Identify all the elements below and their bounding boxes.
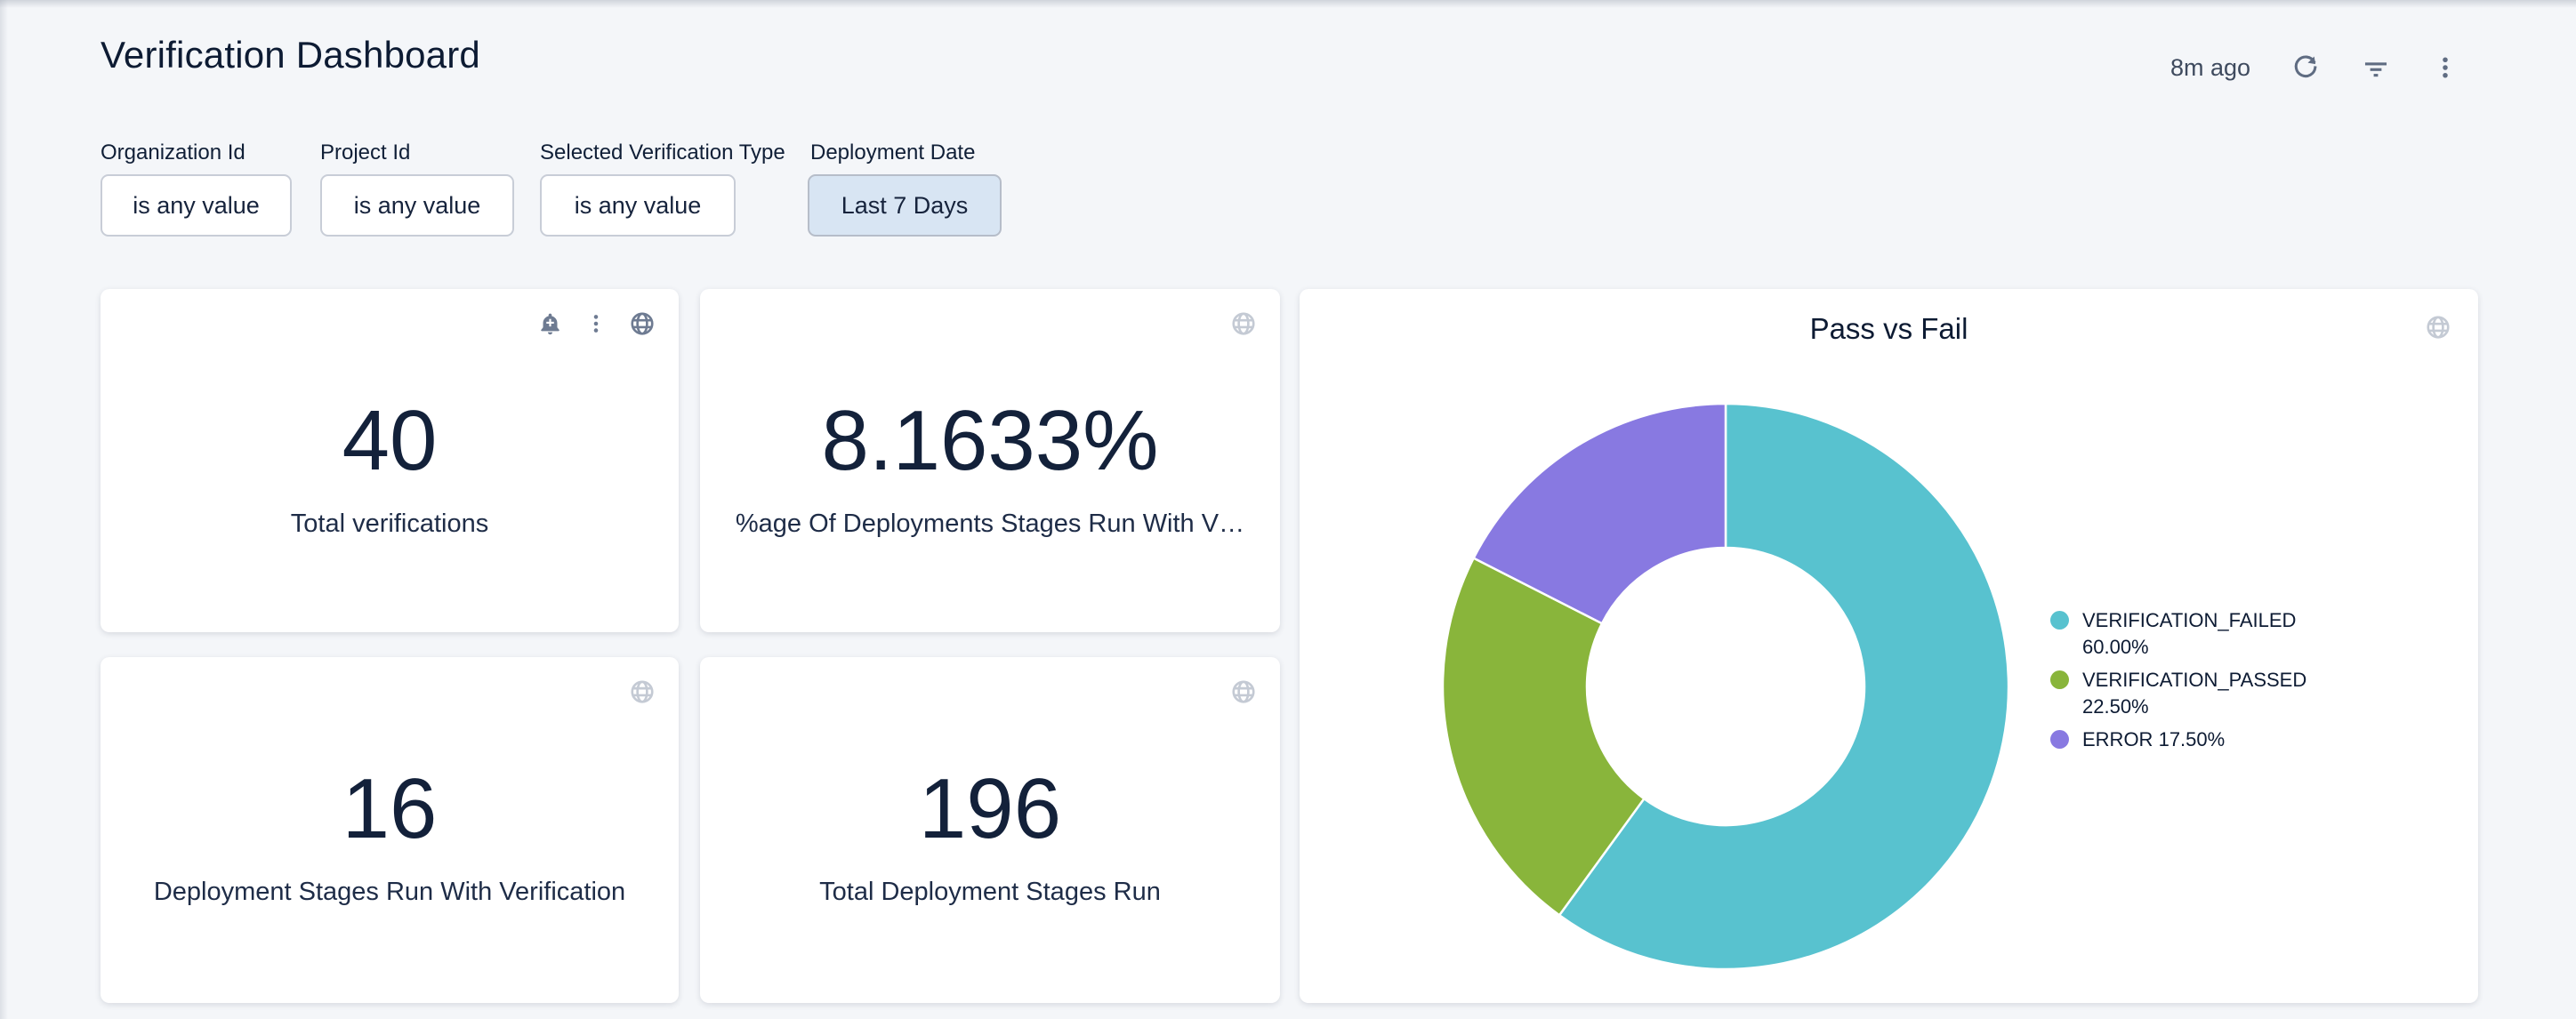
last-refresh-text: 8m ago — [2170, 54, 2250, 82]
filter-label: Organization Id — [101, 140, 246, 165]
chart-title: Pass vs Fail — [1300, 312, 2478, 346]
tile-label: %age Of Deployments Stages Run With V… — [736, 509, 1244, 539]
filter-label: Project Id — [320, 140, 410, 165]
tile-stages-run-with-verification: 16 Deployment Stages Run With Verificati… — [101, 657, 679, 1003]
header-actions: 8m ago — [2170, 44, 2459, 91]
filter-value-button[interactable]: is any value — [540, 174, 736, 237]
tile-total-verifications: 40 Total verifications — [101, 289, 679, 632]
refresh-icon[interactable] — [2291, 53, 2320, 82]
tile-total-deployment-stages-run: 196 Total Deployment Stages Run — [700, 657, 1280, 1003]
tile-value: 8.1633% — [822, 394, 1159, 488]
top-scroll-shadow — [0, 0, 2576, 8]
legend-value: 22.50% — [2082, 695, 2149, 718]
legend-value: 17.50% — [2159, 728, 2226, 750]
globe-icon[interactable] — [629, 310, 656, 337]
page-title: Verification Dashboard — [101, 34, 480, 76]
filter-value-button[interactable]: is any value — [101, 174, 292, 237]
verification-dashboard-page: Verification Dashboard 8m ago — [0, 0, 2576, 1019]
left-scroll-shadow — [0, 0, 8, 1019]
globe-icon[interactable] — [629, 678, 656, 705]
legend-dot — [2050, 611, 2069, 630]
legend-dot — [2050, 670, 2069, 689]
tile-value: 40 — [342, 394, 438, 488]
legend-label: ERROR — [2082, 728, 2153, 750]
tile-kebab-icon[interactable] — [584, 312, 608, 335]
tile-label: Total verifications — [291, 509, 488, 539]
filter-label: Deployment Date — [810, 140, 975, 165]
globe-icon[interactable] — [1230, 310, 1257, 337]
filter-value-button[interactable]: Last 7 Days — [808, 174, 1002, 237]
chart-legend: VERIFICATION_FAILED 60.00% VERIFICATION_… — [2050, 607, 2321, 753]
legend-dot — [2050, 730, 2069, 749]
legend-value: 60.00% — [2082, 636, 2149, 658]
filter-value-button[interactable]: is any value — [320, 174, 514, 237]
donut-chart-wrap — [1439, 400, 2012, 977]
alert-bell-add-icon[interactable] — [537, 311, 563, 337]
legend-item-verification-failed[interactable]: VERIFICATION_FAILED 60.00% — [2050, 607, 2321, 661]
legend-item-verification-passed[interactable]: VERIFICATION_PASSED 22.50% — [2050, 667, 2321, 720]
tile-value: 196 — [919, 762, 1061, 856]
tile-label: Deployment Stages Run With Verification — [154, 878, 625, 907]
filter-label: Selected Verification Type — [540, 140, 785, 165]
legend-item-error[interactable]: ERROR 17.50% — [2050, 726, 2321, 753]
globe-icon[interactable] — [1230, 678, 1257, 705]
tile-label: Total Deployment Stages Run — [819, 878, 1161, 907]
more-options-icon[interactable] — [2432, 54, 2459, 81]
donut-chart[interactable] — [1439, 400, 2012, 973]
legend-label: VERIFICATION_FAILED — [2082, 609, 2296, 631]
pass-vs-fail-card: Pass vs Fail VERIFICATION_FAILED 60.00% — [1300, 289, 2478, 1003]
filter-icon[interactable] — [2361, 52, 2391, 83]
tile-value: 16 — [342, 762, 438, 856]
legend-label: VERIFICATION_PASSED — [2082, 669, 2306, 691]
tile-percentage-stages-with-verification: 8.1633% %age Of Deployments Stages Run W… — [700, 289, 1280, 632]
globe-icon[interactable] — [2425, 314, 2451, 341]
